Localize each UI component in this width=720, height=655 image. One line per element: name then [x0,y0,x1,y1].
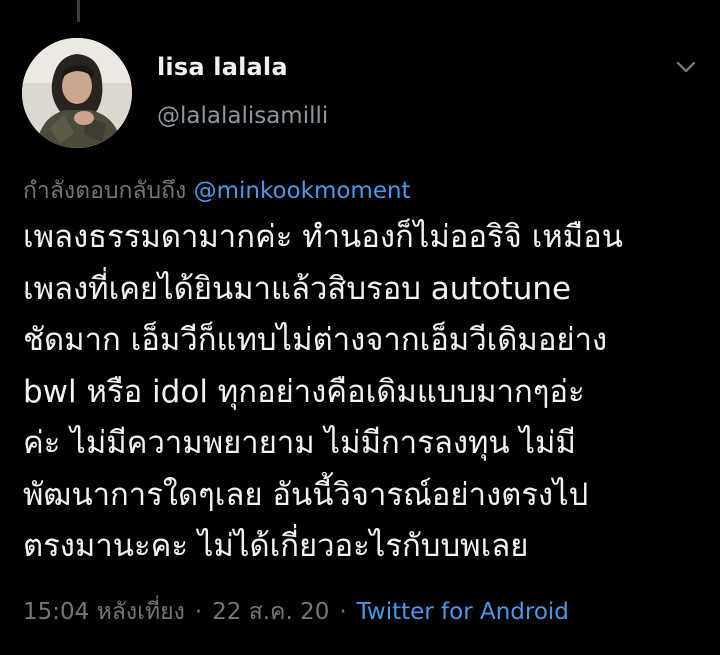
thread-connector-line [77,0,80,22]
tweet-time[interactable]: 15:04 หลังเที่ยง [23,599,185,625]
chevron-down-icon[interactable] [674,58,698,76]
tweet-text-line: พัฒนาการใดๆเลย อันนี้วิจารณ์อย่างตรงไป [23,476,589,513]
tweet-text: เพลงธรรมดามากค่ะ ทำนองก็ไม่ออริจิ เหมือน… [23,212,708,573]
tweet-text-line: ค่ะ ไม่มีความพยายาม ไม่มีการลงทุน ไม่มี [23,425,576,461]
author-handle[interactable]: @lalalalisamilli [157,103,328,129]
separator-dot: · [339,599,347,625]
reply-prefix: กำลังตอบกลับถึง [23,178,187,204]
tweet-text-line: ชัดมาก เอ็มวีก็แทบไม่ต่างจากเอ็มวีเดิมอย… [23,322,608,358]
tweet-text-line: ตรงมานะคะ ไม่ได้เกี่ยวอะไรกับบพเลย [23,528,529,564]
reply-mention-link[interactable]: @minkookmoment [194,178,411,204]
tweet-text-line: เพลงที่เคยได้ยินมาแล้วสิบรอบ autotune [23,270,572,307]
author-display-name[interactable]: lisa lalala [157,53,288,81]
tweet-date[interactable]: 22 ส.ค. 20 [212,599,329,625]
avatar[interactable] [22,38,132,148]
tweet-text-line: bwl หรือ idol ทุกอย่างคือเดิมแบบมากๆอ่ะ [23,373,585,410]
tweet-metadata: 15:04 หลังเที่ยง · 22 ส.ค. 20 · Twitter for … [23,594,569,630]
reply-context: กำลังตอบกลับถึง @minkookmoment [23,173,411,209]
avatar-image [22,38,132,148]
separator-dot: · [194,599,203,625]
tweet-text-line: เพลงธรรมดามากค่ะ ทำนองก็ไม่ออริจิ เหมือน [23,219,623,255]
tweet-source-link[interactable]: Twitter for Android [357,599,569,625]
